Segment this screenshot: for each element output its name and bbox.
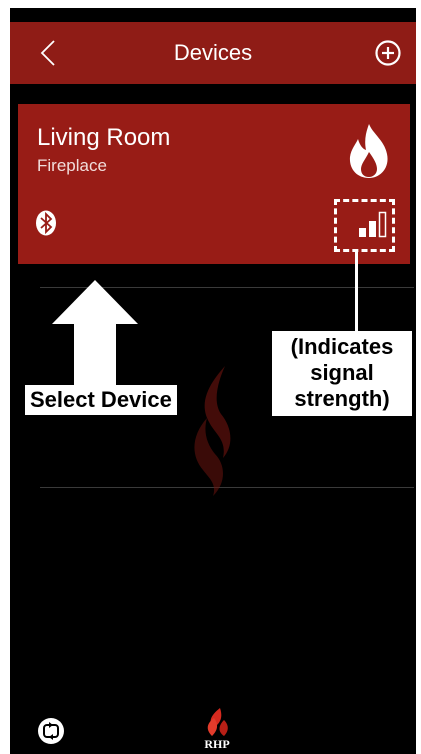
arrow-up-icon xyxy=(52,280,138,386)
flame-icon xyxy=(349,124,388,178)
page-title: Devices xyxy=(173,40,253,65)
app-screen: Devices Living Room Fireplace Select Dev… xyxy=(10,8,416,754)
device-name: Living Room xyxy=(37,124,171,151)
device-type: Fireplace xyxy=(37,156,107,175)
select-device-label: Select Device xyxy=(25,385,177,415)
header-bar: Devices xyxy=(10,22,416,84)
signal-strength-note: (Indicates signal strength) xyxy=(272,331,412,416)
signal-note-line: (Indicates xyxy=(290,334,394,359)
callout-line xyxy=(355,252,358,332)
signal-note-line: strength) xyxy=(294,386,390,411)
bluetooth-icon xyxy=(36,210,56,236)
refresh-icon[interactable] xyxy=(36,716,66,746)
flame-watermark-icon xyxy=(194,366,231,496)
rhp-flame-icon xyxy=(207,708,228,736)
brand-text: RHP xyxy=(204,737,230,751)
plus-circle-icon[interactable] xyxy=(374,39,402,67)
rhp-logo: RHP xyxy=(196,706,238,752)
signal-highlight-box xyxy=(334,199,395,252)
signal-note-line: signal xyxy=(310,360,374,385)
